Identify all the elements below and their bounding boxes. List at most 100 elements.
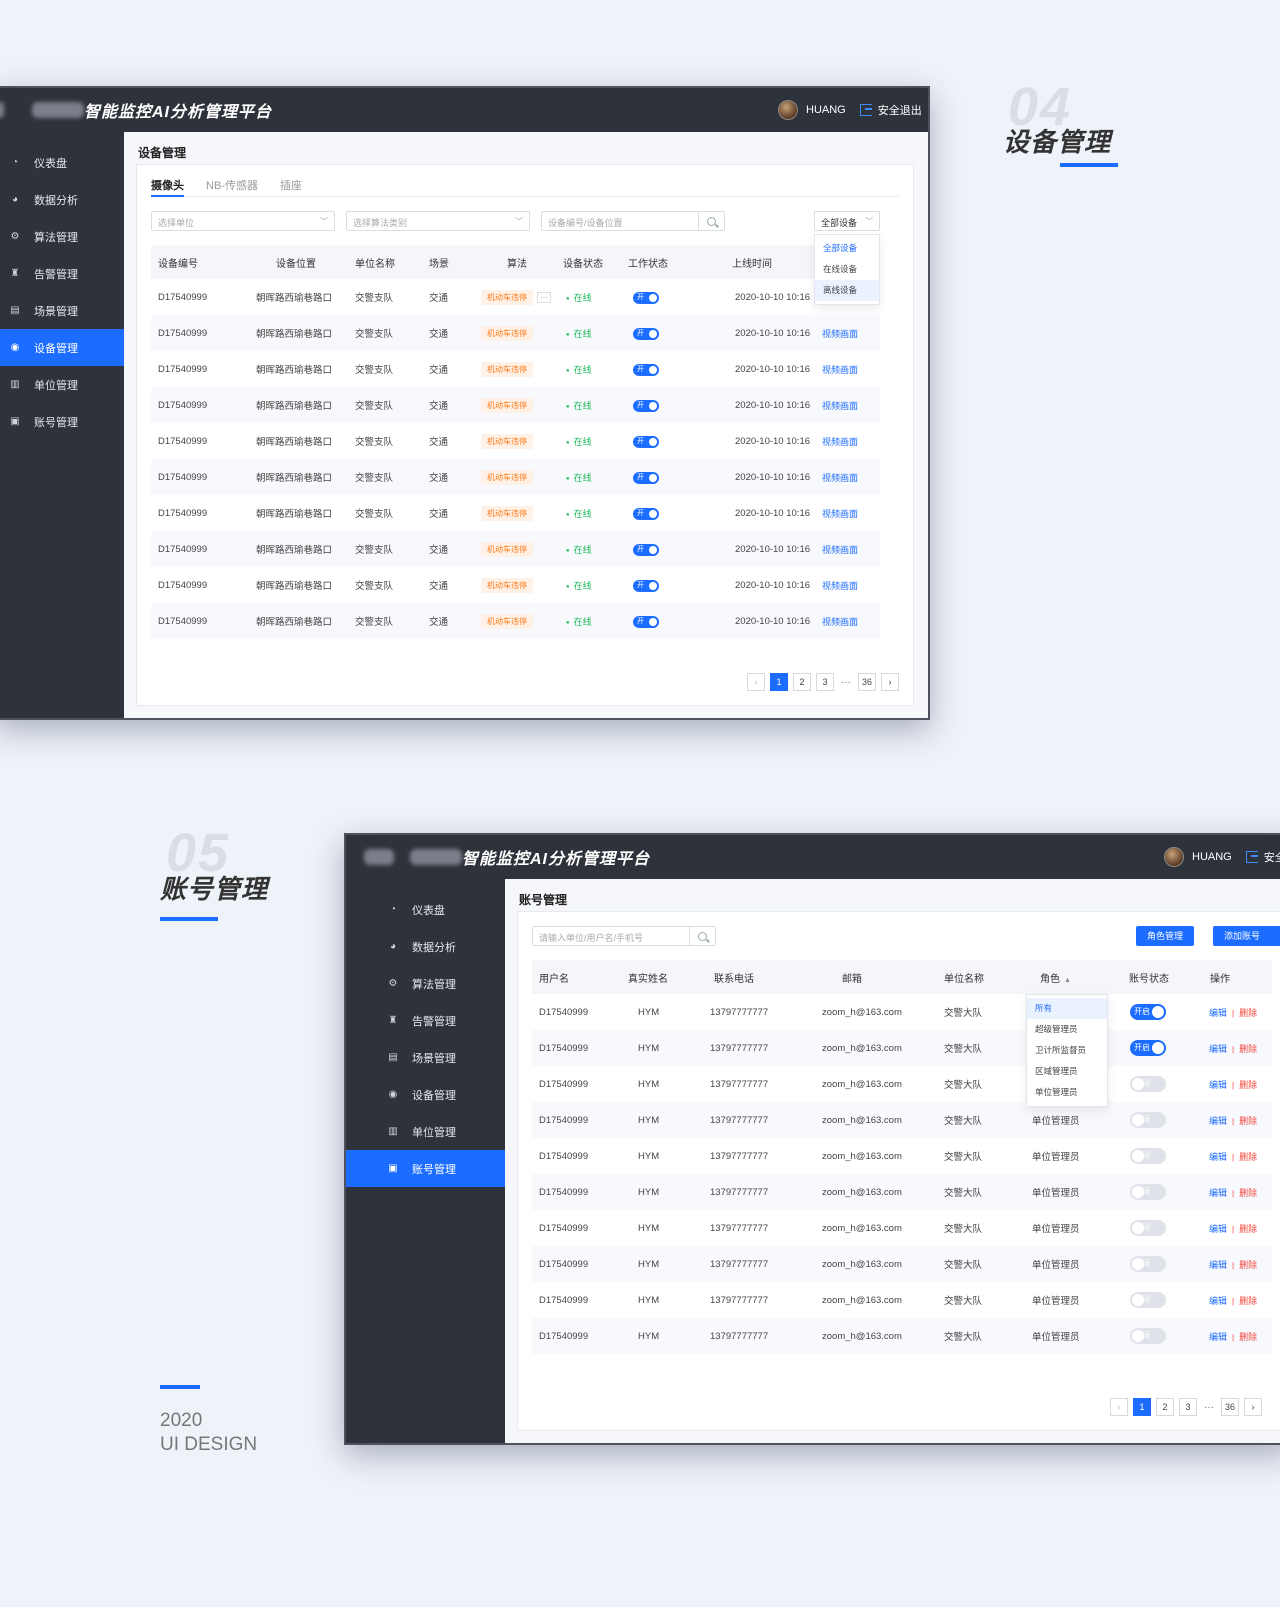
account-status-toggle[interactable]: 关闭 [1130,1292,1166,1308]
status-option[interactable]: 全部设备 [815,238,879,259]
prev-page-button[interactable]: ‹ [747,673,765,691]
work-toggle[interactable]: 开 [633,507,659,520]
sidebar-item-1[interactable]: ◕ 数据分析 [0,181,124,218]
video-view-link[interactable]: 视频画面 [822,437,858,447]
search-button[interactable] [698,212,724,230]
delete-link[interactable]: 删除 [1239,1008,1257,1018]
account-status-toggle[interactable]: 关闭 [1130,1328,1166,1344]
sidebar-item-4[interactable]: ▤ 场景管理 [0,292,124,329]
sidebar-item-6[interactable]: ▥ 单位管理 [346,1113,505,1150]
role-option[interactable]: 区域管理员 [1027,1061,1107,1082]
account-status-toggle[interactable]: 开启 [1130,1004,1166,1020]
device-search-input[interactable]: 设备编号/设备位置 [541,211,725,231]
edit-link[interactable]: 编辑 [1209,1260,1227,1270]
work-toggle[interactable]: 开 [633,543,659,556]
account-status-toggle[interactable]: 关闭 [1130,1256,1166,1272]
account-status-toggle[interactable]: 关闭 [1130,1112,1166,1128]
page-button[interactable]: 2 [1156,1398,1174,1416]
edit-link[interactable]: 编辑 [1209,1296,1227,1306]
avatar[interactable] [778,100,798,120]
sidebar-item-5[interactable]: ◉ 设备管理 [0,329,124,366]
search-button[interactable] [689,927,715,945]
delete-link[interactable]: 删除 [1239,1224,1257,1234]
add-account-button[interactable]: 添加账号 [1213,926,1280,946]
sidebar-item-7[interactable]: ▣ 账号管理 [346,1150,505,1187]
last-page-button[interactable]: 36 [1221,1398,1239,1416]
delete-link[interactable]: 删除 [1239,1332,1257,1342]
video-view-link[interactable]: 视频画面 [822,545,858,555]
video-view-link[interactable]: 视频画面 [822,509,858,519]
sidebar-item-2[interactable]: ⚙ 算法管理 [0,218,124,255]
account-search-input[interactable]: 请输入单位/用户名/手机号 [532,926,716,946]
logout-link[interactable]: 安全退出 [878,102,922,118]
user-menu[interactable]: HUANG 安全退出 [778,100,922,120]
prev-page-button[interactable]: ‹ [1110,1398,1128,1416]
work-toggle[interactable]: 开 [633,615,659,628]
user-menu[interactable]: HUANG 安全 [1164,847,1280,867]
page-button[interactable]: 3 [1179,1398,1197,1416]
role-option[interactable]: 卫计所监督员 [1027,1040,1107,1061]
account-status-toggle[interactable]: 关闭 [1130,1220,1166,1236]
account-status-toggle[interactable]: 关闭 [1130,1148,1166,1164]
video-view-link[interactable]: 视频画面 [822,329,858,339]
role-option[interactable]: 所有 [1027,998,1107,1019]
last-page-button[interactable]: 36 [858,673,876,691]
video-view-link[interactable]: 视频画面 [822,581,858,591]
logout-link[interactable]: 安全 [1264,849,1280,865]
delete-link[interactable]: 删除 [1239,1044,1257,1054]
edit-link[interactable]: 编辑 [1209,1116,1227,1126]
status-option[interactable]: 在线设备 [815,259,879,280]
work-toggle[interactable]: 开 [633,363,659,376]
page-button[interactable]: 2 [793,673,811,691]
delete-link[interactable]: 删除 [1239,1260,1257,1270]
work-toggle[interactable]: 开 [633,291,659,304]
edit-link[interactable]: 编辑 [1209,1008,1227,1018]
role-option[interactable]: 超级管理员 [1027,1019,1107,1040]
work-toggle[interactable]: 开 [633,399,659,412]
video-view-link[interactable]: 视频画面 [822,473,858,483]
delete-link[interactable]: 删除 [1239,1080,1257,1090]
algo-select[interactable]: 选择算法类别 ﹀ [346,211,530,231]
account-status-toggle[interactable]: 关闭 [1130,1076,1166,1092]
status-option[interactable]: 离线设备 [815,280,879,301]
work-toggle[interactable]: 开 [633,327,659,340]
account-status-toggle[interactable]: 开启 [1130,1040,1166,1056]
next-page-button[interactable]: › [881,673,899,691]
logout-icon[interactable] [859,104,872,116]
tab-nb-sensor[interactable]: NB-传感器 [206,175,258,196]
delete-link[interactable]: 删除 [1239,1116,1257,1126]
edit-link[interactable]: 编辑 [1209,1044,1227,1054]
edit-link[interactable]: 编辑 [1209,1332,1227,1342]
page-button[interactable]: 1 [1133,1398,1151,1416]
work-toggle[interactable]: 开 [633,435,659,448]
more-tags-button[interactable]: ··· [537,291,551,303]
sidebar-item-5[interactable]: ◉ 设备管理 [346,1076,505,1113]
col-role[interactable]: 角色 ▲ [1024,960,1124,994]
delete-link[interactable]: 删除 [1239,1296,1257,1306]
page-button[interactable]: 3 [816,673,834,691]
next-page-button[interactable]: › [1244,1398,1262,1416]
video-view-link[interactable]: 视频画面 [822,617,858,627]
sidebar-item-4[interactable]: ▤ 场景管理 [346,1039,505,1076]
sidebar-item-1[interactable]: ◕ 数据分析 [346,928,505,965]
sidebar-item-0[interactable]: ◔ 仪表盘 [346,891,505,928]
work-toggle[interactable]: 开 [633,471,659,484]
delete-link[interactable]: 删除 [1239,1152,1257,1162]
work-toggle[interactable]: 开 [633,579,659,592]
edit-link[interactable]: 编辑 [1209,1188,1227,1198]
video-view-link[interactable]: 视频画面 [822,365,858,375]
avatar[interactable] [1164,847,1184,867]
edit-link[interactable]: 编辑 [1209,1080,1227,1090]
unit-select[interactable]: 选择单位 ﹀ [151,211,335,231]
video-view-link[interactable]: 视频画面 [822,401,858,411]
delete-link[interactable]: 删除 [1239,1188,1257,1198]
sidebar-item-7[interactable]: ▣ 账号管理 [0,403,124,440]
sidebar-item-0[interactable]: ◔ 仪表盘 [0,144,124,181]
sidebar-item-3[interactable]: ♜ 告警管理 [346,1002,505,1039]
sidebar-item-6[interactable]: ▥ 单位管理 [0,366,124,403]
logout-icon[interactable] [1245,851,1258,863]
role-option[interactable]: 单位管理员 [1027,1082,1107,1103]
status-filter-select[interactable]: 全部设备 ﹀ [814,211,880,231]
sidebar-item-3[interactable]: ♜ 告警管理 [0,255,124,292]
tab-socket[interactable]: 插座 [280,175,302,196]
